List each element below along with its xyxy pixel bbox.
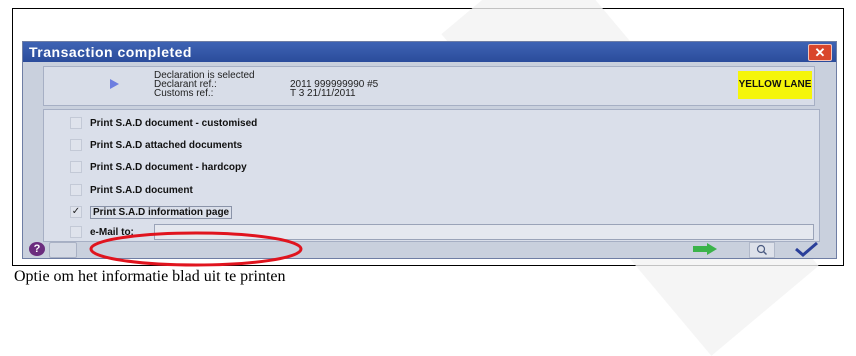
option-print-sad-customised[interactable]: Print S.A.D document - customised — [70, 116, 257, 130]
dialog-title: Transaction completed — [29, 44, 192, 60]
ok-checkmark-button[interactable] — [793, 241, 819, 257]
dialog-titlebar[interactable]: Transaction completed ✕ — [23, 42, 836, 62]
image-caption: Optie om het informatie blad uit te prin… — [14, 268, 286, 285]
option-label: Print S.A.D document — [90, 184, 193, 196]
next-arrow-button[interactable] — [693, 243, 717, 255]
customs-ref-value: T 3 21/11/2011 — [290, 88, 356, 99]
print-options-panel: Print S.A.D document - customised Print … — [43, 109, 820, 242]
option-print-sad-attached[interactable]: Print S.A.D attached documents — [70, 138, 242, 152]
magnifier-icon — [756, 244, 767, 255]
lane-status-badge: YELLOW LANE — [738, 71, 812, 99]
transaction-dialog: Transaction completed ✕ Declaration is s… — [22, 41, 837, 259]
preview-button[interactable] — [749, 242, 775, 258]
print-button[interactable] — [49, 242, 77, 258]
option-label: Print S.A.D information page — [90, 205, 233, 219]
option-label: Print S.A.D document - hardcopy — [90, 161, 247, 173]
checkbox[interactable] — [70, 161, 82, 173]
help-button[interactable]: ? — [29, 242, 45, 256]
highlight-ellipse — [89, 231, 303, 267]
checkbox[interactable]: ✓ — [70, 206, 82, 218]
selected-arrow-icon — [110, 79, 119, 89]
option-label: Print S.A.D attached documents — [90, 139, 243, 151]
option-print-sad-document[interactable]: Print S.A.D document — [70, 183, 193, 197]
checkbox[interactable] — [70, 117, 82, 129]
option-print-sad-info-page[interactable]: ✓ Print S.A.D information page — [70, 205, 233, 219]
checkbox[interactable] — [70, 139, 82, 151]
checkbox[interactable] — [70, 184, 82, 196]
option-label: Print S.A.D document - customised — [90, 117, 258, 129]
option-print-sad-hardcopy[interactable]: Print S.A.D document - hardcopy — [70, 160, 247, 174]
checkbox[interactable] — [70, 226, 82, 238]
declaration-info-panel: Declaration is selected Declarant ref.: … — [43, 66, 815, 106]
customs-ref-label: Customs ref.: — [154, 88, 214, 99]
close-button[interactable]: ✕ — [808, 44, 832, 61]
